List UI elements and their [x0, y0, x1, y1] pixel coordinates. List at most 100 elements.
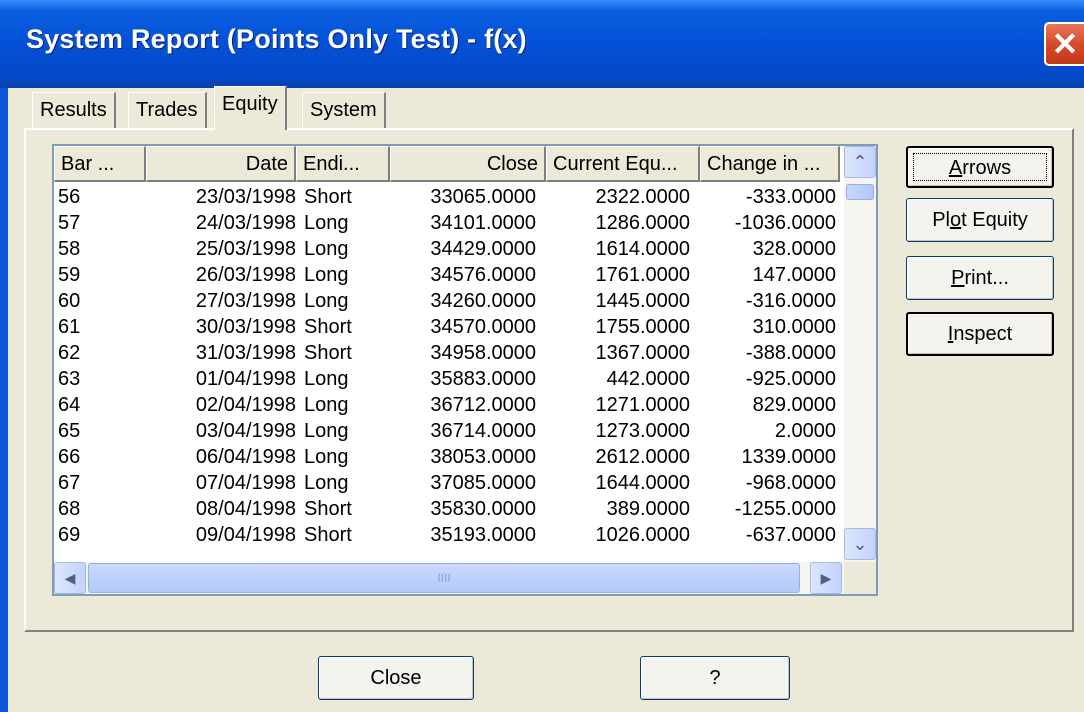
arrows-button[interactable]: Arrows — [906, 146, 1054, 188]
table-cell: 33065.0000 — [430, 186, 536, 208]
table-cell: Long — [304, 394, 349, 416]
column-header-close[interactable]: Close — [390, 146, 546, 182]
table-cell: 829.0000 — [752, 394, 836, 416]
horizontal-scrollbar[interactable]: ◀ IIII ▶ — [54, 562, 844, 594]
table-row[interactable]: 69 09/04/1998 Short 35193.0000 1026.0000 -637… — [54, 522, 840, 548]
table-cell: 36714.0000 — [430, 420, 536, 442]
list-header: Bar ... Date Endi... Close Current Equ..… — [54, 146, 840, 182]
table-cell: -925.0000 — [745, 368, 836, 390]
table-row[interactable]: 63 01/04/1998 Long 35883.0000 442.0000 -925.0… — [54, 366, 840, 392]
table-cell: 2612.0000 — [595, 446, 690, 468]
table-cell: -968.0000 — [745, 472, 836, 494]
column-header-date[interactable]: Date — [146, 146, 296, 182]
table-row[interactable]: 59 26/03/1998 Long 34576.0000 1761.0000 147.0… — [54, 262, 840, 288]
table-cell: 2322.0000 — [595, 186, 690, 208]
horizontal-scroll-thumb[interactable]: IIII — [88, 563, 800, 593]
table-cell: 34570.0000 — [430, 316, 536, 338]
tab-results[interactable]: Results — [32, 92, 116, 128]
inspect-button[interactable]: Inspect — [906, 312, 1054, 356]
table-cell: Short — [304, 186, 352, 208]
table-row[interactable]: 58 25/03/1998 Long 34429.0000 1614.0000 328.0… — [54, 236, 840, 262]
table-cell: -388.0000 — [745, 342, 836, 364]
table-row[interactable]: 66 06/04/1998 Long 38053.0000 2612.0000 1339.… — [54, 444, 840, 470]
table-cell: 62 — [58, 342, 81, 364]
vertical-scroll-thumb[interactable] — [846, 184, 874, 200]
table-cell: 310.0000 — [752, 316, 836, 338]
table-cell: 1367.0000 — [595, 342, 690, 364]
vertical-scrollbar[interactable]: ⌃ ⌄ — [844, 146, 876, 562]
table-cell: 27/03/1998 — [195, 290, 296, 312]
table-row[interactable]: 57 24/03/1998 Long 34101.0000 1286.0000 -1036… — [54, 210, 840, 236]
table-cell: 25/03/1998 — [195, 238, 296, 260]
table-cell: 02/04/1998 — [195, 394, 296, 416]
table-row[interactable]: 68 08/04/1998 Short 35830.0000 389.0000 -1255… — [54, 496, 840, 522]
scroll-corner — [844, 562, 876, 594]
table-cell: 01/04/1998 — [195, 368, 296, 390]
table-row[interactable]: 56 23/03/1998 Short 33065.0000 2322.0000 -333… — [54, 184, 840, 210]
table-cell: 57 — [58, 212, 81, 234]
table-cell: 34958.0000 — [430, 342, 536, 364]
table-cell: 67 — [58, 472, 81, 494]
tab-system[interactable]: System — [302, 92, 386, 128]
print-button[interactable]: Print... — [906, 256, 1054, 300]
close-button[interactable]: Close — [318, 656, 474, 700]
table-cell: 1614.0000 — [595, 238, 690, 260]
window-title: System Report (Points Only Test) - f(x) — [26, 24, 527, 54]
table-row[interactable]: 61 30/03/1998 Short 34570.0000 1755.0000 310.… — [54, 314, 840, 340]
table-row[interactable]: 64 02/04/1998 Long 36712.0000 1271.0000 829.0… — [54, 392, 840, 418]
table-row[interactable]: 65 03/04/1998 Long 36714.0000 1273.0000 2.000… — [54, 418, 840, 444]
table-cell: Short — [304, 498, 352, 520]
table-cell: Short — [304, 316, 352, 338]
table-cell: 09/04/1998 — [195, 524, 296, 546]
column-header-current-equity[interactable]: Current Equ... — [546, 146, 700, 182]
table-cell: 1644.0000 — [595, 472, 690, 494]
table-cell: 1761.0000 — [595, 264, 690, 286]
table-cell: 34260.0000 — [430, 290, 536, 312]
table-cell: 389.0000 — [606, 498, 690, 520]
table-cell: 07/04/1998 — [195, 472, 296, 494]
help-button[interactable]: ? — [640, 656, 790, 700]
table-cell: 35193.0000 — [430, 524, 536, 546]
title-bar: System Report (Points Only Test) - f(x) … — [0, 0, 1084, 88]
table-cell: 1445.0000 — [595, 290, 690, 312]
table-cell: 1755.0000 — [595, 316, 690, 338]
close-window-icon[interactable]: ✕ — [1044, 22, 1084, 66]
table-cell: 37085.0000 — [430, 472, 536, 494]
table-cell: Long — [304, 420, 349, 442]
table-cell: 35830.0000 — [430, 498, 536, 520]
tab-trades[interactable]: Trades — [128, 92, 207, 128]
table-cell: Long — [304, 368, 349, 390]
table-row[interactable]: 62 31/03/1998 Short 34958.0000 1367.0000 -388… — [54, 340, 840, 366]
table-cell: 60 — [58, 290, 81, 312]
plot-equity-button[interactable]: Plot Equity — [906, 198, 1054, 242]
table-cell: Long — [304, 290, 349, 312]
tab-equity[interactable]: Equity — [214, 86, 287, 130]
table-cell: 1286.0000 — [595, 212, 690, 234]
table-cell: 63 — [58, 368, 81, 390]
scroll-left-icon[interactable]: ◀ — [54, 562, 86, 594]
table-cell: 34101.0000 — [430, 212, 536, 234]
table-cell: 328.0000 — [752, 238, 836, 260]
table-cell: Long — [304, 238, 349, 260]
table-cell: 68 — [58, 498, 81, 520]
table-row[interactable]: 60 27/03/1998 Long 34260.0000 1445.0000 -316.… — [54, 288, 840, 314]
table-cell: 36712.0000 — [430, 394, 536, 416]
table-cell: 03/04/1998 — [195, 420, 296, 442]
column-header-change[interactable]: Change in ... — [700, 146, 840, 182]
table-cell: 1273.0000 — [595, 420, 690, 442]
scroll-up-icon[interactable]: ⌃ — [844, 146, 876, 178]
table-cell: 2.0000 — [774, 420, 836, 442]
scroll-right-icon[interactable]: ▶ — [810, 562, 842, 594]
table-cell: 65 — [58, 420, 81, 442]
column-header-ending[interactable]: Endi... — [296, 146, 390, 182]
table-cell: 61 — [58, 316, 81, 338]
table-row[interactable]: 67 07/04/1998 Long 37085.0000 1644.0000 -968.… — [54, 470, 840, 496]
equity-list[interactable]: Bar ... Date Endi... Close Current Equ..… — [52, 144, 878, 596]
table-cell: -1036.0000 — [734, 212, 836, 234]
table-cell: 442.0000 — [606, 368, 690, 390]
table-cell: 08/04/1998 — [195, 498, 296, 520]
scroll-down-icon[interactable]: ⌄ — [844, 528, 876, 560]
column-header-bar[interactable]: Bar ... — [54, 146, 146, 182]
table-cell: 30/03/1998 — [195, 316, 296, 338]
table-cell: 69 — [58, 524, 81, 546]
